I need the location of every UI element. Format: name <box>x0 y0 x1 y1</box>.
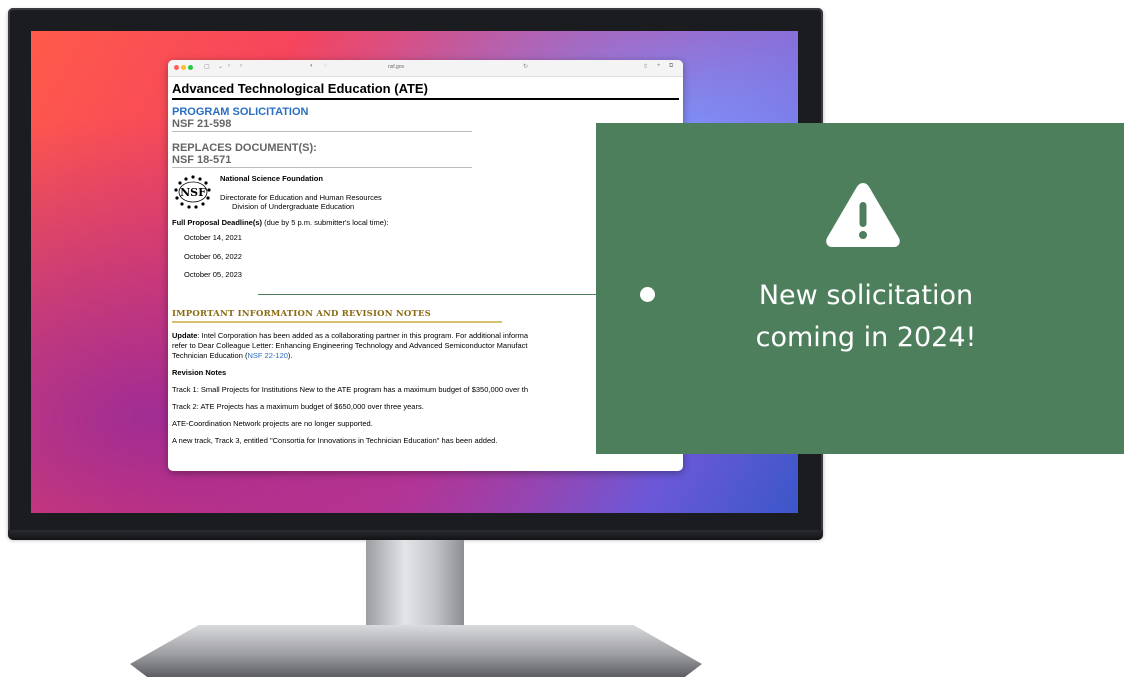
replaces-number: NSF 18-571 <box>172 154 472 168</box>
callout-message: New solicitation coming in 2024! <box>596 275 1124 359</box>
update-text: : Intel Corporation has been added as a … <box>197 330 529 340</box>
solicitation-number: NSF 21-598 <box>172 118 472 132</box>
page-title: Advanced Technological Education (ATE) <box>172 81 679 100</box>
directorate-name: Directorate for Education and Human Reso… <box>220 193 382 202</box>
callout-connector-line <box>258 294 648 295</box>
deadline-label: Full Proposal Deadline(s) <box>172 218 263 227</box>
deadline-note: (due by 5 p.m. submitter's local time): <box>262 218 389 227</box>
agency-name: National Science Foundation <box>220 174 323 183</box>
extension-icon[interactable]: ◌ <box>324 63 328 69</box>
callout-line-1: New solicitation <box>758 280 974 311</box>
nsf-logo-text: NSF <box>180 186 206 199</box>
browser-toolbar: ▢ ⌄ ‹ › ◐ ◌ nsf.gov ↻ ⇧ + ⧉ <box>168 60 683 77</box>
minimize-window-button[interactable] <box>181 65 186 70</box>
url-bar[interactable]: nsf.gov <box>388 64 404 70</box>
callout-line-2: coming in 2024! <box>755 322 977 353</box>
division-name: Division of Undergraduate Education <box>232 202 355 211</box>
forward-icon[interactable]: › <box>240 63 242 69</box>
maximize-window-button[interactable] <box>188 65 193 70</box>
warning-icon <box>826 183 900 247</box>
new-tab-icon[interactable]: + <box>657 63 661 69</box>
share-icon[interactable]: ⇧ <box>643 63 648 70</box>
back-icon[interactable]: ‹ <box>228 63 230 69</box>
nsf-logo-icon: NSF <box>174 175 211 209</box>
nsf-22-120-link[interactable]: NSF 22-120 <box>247 351 287 360</box>
close-window-button[interactable] <box>174 65 179 70</box>
sidebar-icon[interactable]: ▢ <box>204 63 210 70</box>
update-text: ). <box>287 350 293 360</box>
reload-icon[interactable]: ↻ <box>523 63 528 70</box>
important-info-heading: IMPORTANT INFORMATION AND REVISION NOTES <box>172 309 502 323</box>
monitor-chin <box>8 530 823 540</box>
update-label: Update <box>172 330 198 340</box>
solicitation-label: PROGRAM SOLICITATION <box>172 106 309 118</box>
update-text: Technician Education ( <box>172 350 248 360</box>
privacy-shield-icon: ◐ <box>310 63 314 69</box>
chevron-down-icon[interactable]: ⌄ <box>218 63 223 70</box>
tab-overview-icon[interactable]: ⧉ <box>669 63 673 70</box>
monitor-stand-base <box>130 625 702 677</box>
update-text: refer to Dear Colleague Letter: Enhancin… <box>172 340 528 350</box>
monitor-stand-neck <box>366 540 464 635</box>
